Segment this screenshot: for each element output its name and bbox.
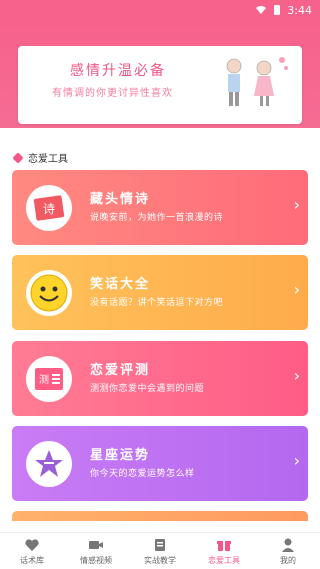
tab-label: 话术库: [20, 555, 44, 565]
chevron-right-icon: ›: [293, 195, 300, 214]
video-icon: [89, 540, 103, 549]
test-icon: 测: [26, 356, 72, 402]
section-title: 恋爱工具: [12, 150, 68, 165]
star-icon: [26, 441, 72, 487]
banner-subtitle: 有情调的你更讨异性喜欢: [52, 88, 173, 99]
heart-icon: [12, 151, 24, 164]
card-title: 藏头情诗: [90, 192, 151, 207]
tab-label: 我的: [280, 555, 296, 565]
tab-lessons[interactable]: 实战教学: [128, 533, 192, 569]
card-partial[interactable]: [12, 511, 308, 521]
chevron-right-icon: ›: [293, 366, 300, 385]
tab-phrases[interactable]: 话术库: [0, 533, 64, 569]
gift-icon: [217, 540, 231, 551]
card-desc: 没有话题？讲个笑话逗下对方吧: [90, 298, 224, 308]
svg-text:测: 测: [39, 373, 49, 386]
wifi-icon: [256, 6, 267, 14]
status-time: 3:44: [287, 3, 312, 17]
card-title: 恋爱评测: [90, 363, 151, 378]
card-horoscope[interactable]: 星座运势 你今天的恋爱运势怎么样 ›: [12, 426, 308, 501]
book-icon: [155, 538, 165, 551]
card-poem[interactable]: 诗 藏头情诗 说晚安前，为她作一首浪漫的诗 ›: [12, 170, 308, 245]
card-jokes[interactable]: 笑话大全 没有话题？讲个笑话逗下对方吧 ›: [12, 255, 308, 330]
card-desc: 你今天的恋爱运势怎么样: [90, 469, 195, 479]
tab-profile[interactable]: 我的: [256, 533, 320, 569]
card-title: 星座运势: [90, 448, 151, 463]
section-title-text: 恋爱工具: [28, 154, 68, 165]
couple-illustration: [226, 57, 288, 106]
user-icon: [282, 538, 294, 552]
tab-label: 实战教学: [144, 555, 176, 565]
hearts-icon: [25, 538, 39, 551]
poem-icon: 诗: [26, 185, 72, 231]
banner-title: 感情升温必备: [70, 63, 166, 79]
card-desc: 测测你恋爱中会遇到的问题: [90, 384, 205, 394]
promo-banner[interactable]: 感情升温必备 有情调的你更讨异性喜欢: [18, 46, 302, 124]
battery-icon: [274, 5, 281, 15]
card-love-test[interactable]: 测 恋爱评测 测测你恋爱中会遇到的问题 ›: [12, 341, 308, 416]
smiley-icon: [26, 270, 72, 316]
tab-love-tools[interactable]: 恋爱工具: [192, 533, 256, 569]
chevron-right-icon: ›: [293, 280, 300, 299]
bottom-tab-bar: 话术库 情感视频 实战教学 恋爱工具 我的: [0, 532, 320, 569]
chevron-right-icon: ›: [293, 451, 300, 470]
tab-label: 情感视频: [80, 555, 112, 565]
tab-videos[interactable]: 情感视频: [64, 533, 128, 569]
card-title: 笑话大全: [90, 277, 151, 292]
card-desc: 说晚安前，为她作一首浪漫的诗: [90, 213, 224, 223]
tab-label: 恋爱工具: [208, 555, 240, 565]
svg-text:诗: 诗: [43, 202, 55, 216]
status-bar: 3:44: [0, 0, 320, 20]
